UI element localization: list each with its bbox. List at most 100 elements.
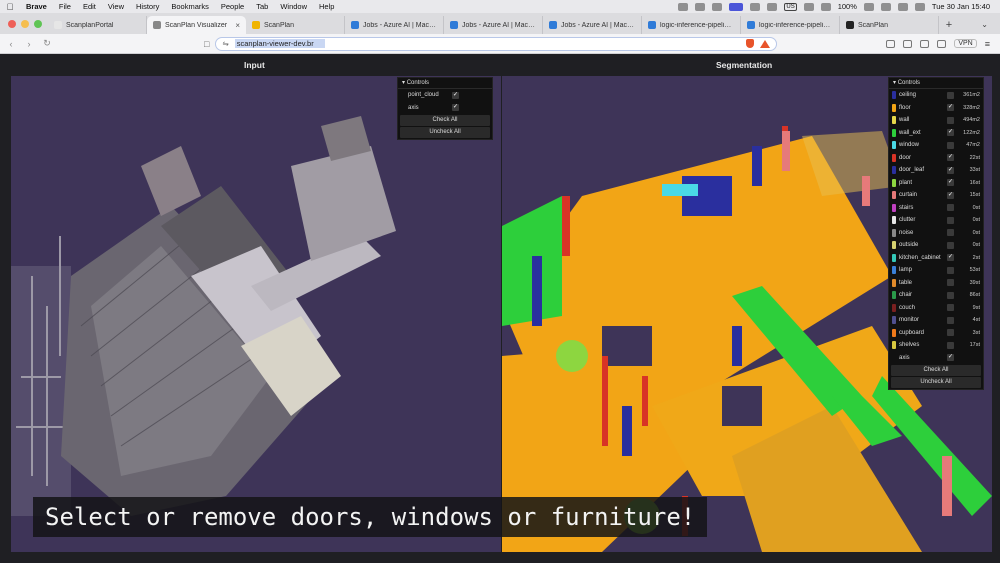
browser-tab[interactable]: ScanPlan Visualizer × xyxy=(147,16,246,34)
browser-tab[interactable]: Jobs - Azure AI | Machine xyxy=(543,16,642,34)
status-app-icon[interactable] xyxy=(820,2,831,11)
browser-tab[interactable]: Jobs - Azure AI | Machine xyxy=(345,16,444,34)
menu-history[interactable]: History xyxy=(130,2,165,11)
browser-tab[interactable]: Jobs - Azure AI | Machine xyxy=(444,16,543,34)
brave-rewards-icon[interactable] xyxy=(760,39,771,48)
forward-button[interactable]: › xyxy=(22,39,36,49)
control-center-icon[interactable] xyxy=(914,2,925,11)
back-button[interactable]: ‹ xyxy=(4,39,18,49)
layer-toggle-row[interactable]: chair 86st xyxy=(889,289,983,302)
layer-toggle-row[interactable]: monitor 4st xyxy=(889,314,983,327)
layer-checkbox[interactable]: ✓ xyxy=(947,154,954,162)
layer-toggle-row[interactable]: wall 494m2 xyxy=(889,114,983,127)
browser-tab[interactable]: logic-inference-pipeline- xyxy=(741,16,840,34)
check-all-button[interactable]: Check All xyxy=(400,115,490,126)
wifi-icon[interactable] xyxy=(880,2,891,11)
reload-button[interactable]: ↻ xyxy=(40,38,54,49)
layer-toggle-row[interactable]: kitchen_cabinet ✓ 2st xyxy=(889,252,983,265)
new-tab-button[interactable]: + xyxy=(939,16,959,34)
site-settings-icon[interactable]: ⇋ xyxy=(222,39,228,48)
layer-checkbox[interactable] xyxy=(947,116,954,124)
layer-toggle-row[interactable]: cupboard 3st xyxy=(889,327,983,340)
layer-checkbox[interactable]: ✓ xyxy=(947,254,954,262)
status-app-icon[interactable] xyxy=(750,2,761,11)
zoom-window-button[interactable] xyxy=(34,19,42,28)
status-app-icon[interactable] xyxy=(678,2,689,11)
layer-checkbox[interactable] xyxy=(947,241,954,249)
tab-close-icon[interactable]: × xyxy=(235,21,240,30)
close-window-button[interactable] xyxy=(8,19,16,28)
layer-toggle-row[interactable]: lamp 53st xyxy=(889,264,983,277)
screen-recording-icon[interactable] xyxy=(729,2,744,11)
menu-brave[interactable]: Brave xyxy=(20,2,53,11)
search-icon[interactable] xyxy=(897,2,908,11)
menu-view[interactable]: View xyxy=(102,2,130,11)
layer-toggle-row[interactable]: point_cloud ✓ xyxy=(398,89,492,102)
keyboard-layout-indicator[interactable]: US xyxy=(784,2,797,11)
input-point-cloud-render[interactable] xyxy=(11,76,501,552)
layer-toggle-row[interactable]: axis ✓ xyxy=(889,352,983,365)
layer-toggle-row[interactable]: noise 0st xyxy=(889,227,983,240)
uncheck-all-button[interactable]: Uncheck All xyxy=(891,377,981,388)
layer-checkbox[interactable] xyxy=(947,141,954,149)
layer-checkbox[interactable] xyxy=(947,304,954,312)
brave-shields-icon[interactable] xyxy=(746,39,755,48)
layer-checkbox[interactable] xyxy=(947,266,954,274)
menu-tab[interactable]: Tab xyxy=(250,2,274,11)
layer-toggle-row[interactable]: plant ✓ 16st xyxy=(889,177,983,190)
layer-toggle-row[interactable]: floor ✓ 328m2 xyxy=(889,102,983,115)
layer-checkbox[interactable] xyxy=(947,204,954,212)
layer-checkbox[interactable] xyxy=(947,329,954,337)
vpn-button[interactable]: VPN xyxy=(954,39,977,48)
extensions-icon[interactable] xyxy=(903,39,913,48)
browser-tab[interactable]: ScanPlan xyxy=(246,16,345,34)
menu-window[interactable]: Window xyxy=(274,2,313,11)
layer-toggle-row[interactable]: ceiling 361m2 xyxy=(889,89,983,102)
layer-toggle-row[interactable]: shelves 17st xyxy=(889,339,983,352)
layer-toggle-row[interactable]: stairs 0st xyxy=(889,202,983,215)
layer-checkbox[interactable]: ✓ xyxy=(947,179,954,187)
status-app-icon[interactable] xyxy=(712,2,723,11)
layer-toggle-row[interactable]: door_leaf ✓ 33st xyxy=(889,164,983,177)
url-text[interactable]: scanplan-viewer-dev.br xyxy=(234,39,325,48)
browser-tab[interactable]: logic-inference-pipeline- xyxy=(642,16,741,34)
layer-toggle-row[interactable]: table 39st xyxy=(889,277,983,290)
battery-icon[interactable] xyxy=(863,2,874,11)
layer-checkbox[interactable] xyxy=(947,91,954,99)
address-bar[interactable]: ⇋ scanplan-viewer-dev.br xyxy=(215,36,778,51)
layer-checkbox[interactable] xyxy=(947,279,954,287)
layer-toggle-row[interactable]: outside 0st xyxy=(889,239,983,252)
layer-toggle-row[interactable]: axis ✓ xyxy=(398,102,492,115)
browser-tab[interactable]: ScanplanPortal xyxy=(48,16,147,34)
layer-checkbox[interactable]: ✓ xyxy=(947,104,954,112)
layer-toggle-row[interactable]: clutter 0st xyxy=(889,214,983,227)
menu-icon[interactable]: ≡ xyxy=(985,39,990,49)
layer-toggle-row[interactable]: couch 9st xyxy=(889,302,983,315)
layer-checkbox[interactable] xyxy=(947,291,954,299)
wallet-icon[interactable] xyxy=(920,39,930,48)
layer-toggle-row[interactable]: wall_ext ✓ 122m2 xyxy=(889,127,983,140)
layer-toggle-row[interactable]: window 47m2 xyxy=(889,139,983,152)
tab-search-chevron-icon[interactable]: ⌄ xyxy=(981,16,1000,34)
layer-checkbox[interactable]: ✓ xyxy=(947,354,954,362)
menu-file[interactable]: File xyxy=(53,2,77,11)
status-app-icon[interactable] xyxy=(695,2,706,11)
apple-menu-icon[interactable]:  xyxy=(0,2,20,12)
status-app-icon[interactable] xyxy=(767,2,778,11)
layer-checkbox[interactable] xyxy=(947,341,954,349)
controls-header[interactable]: ▾ Controls xyxy=(889,78,983,89)
menu-bookmarks[interactable]: Bookmarks xyxy=(165,2,215,11)
layer-checkbox[interactable] xyxy=(947,216,954,224)
browser-tab[interactable]: ScanPlan xyxy=(840,16,939,34)
layer-checkbox[interactable]: ✓ xyxy=(947,166,954,174)
layer-checkbox[interactable]: ✓ xyxy=(947,191,954,199)
uncheck-all-button[interactable]: Uncheck All xyxy=(400,127,490,138)
status-app-icon[interactable] xyxy=(803,2,814,11)
layer-checkbox[interactable]: ✓ xyxy=(452,104,459,112)
layer-checkbox[interactable]: ✓ xyxy=(452,91,459,99)
menu-help[interactable]: Help xyxy=(313,2,340,11)
controls-header[interactable]: ▾ Controls xyxy=(398,78,492,89)
layer-toggle-row[interactable]: curtain ✓ 15st xyxy=(889,189,983,202)
menubar-clock[interactable]: Tue 30 Jan 15:40 xyxy=(932,2,990,11)
leo-icon[interactable] xyxy=(937,39,947,48)
